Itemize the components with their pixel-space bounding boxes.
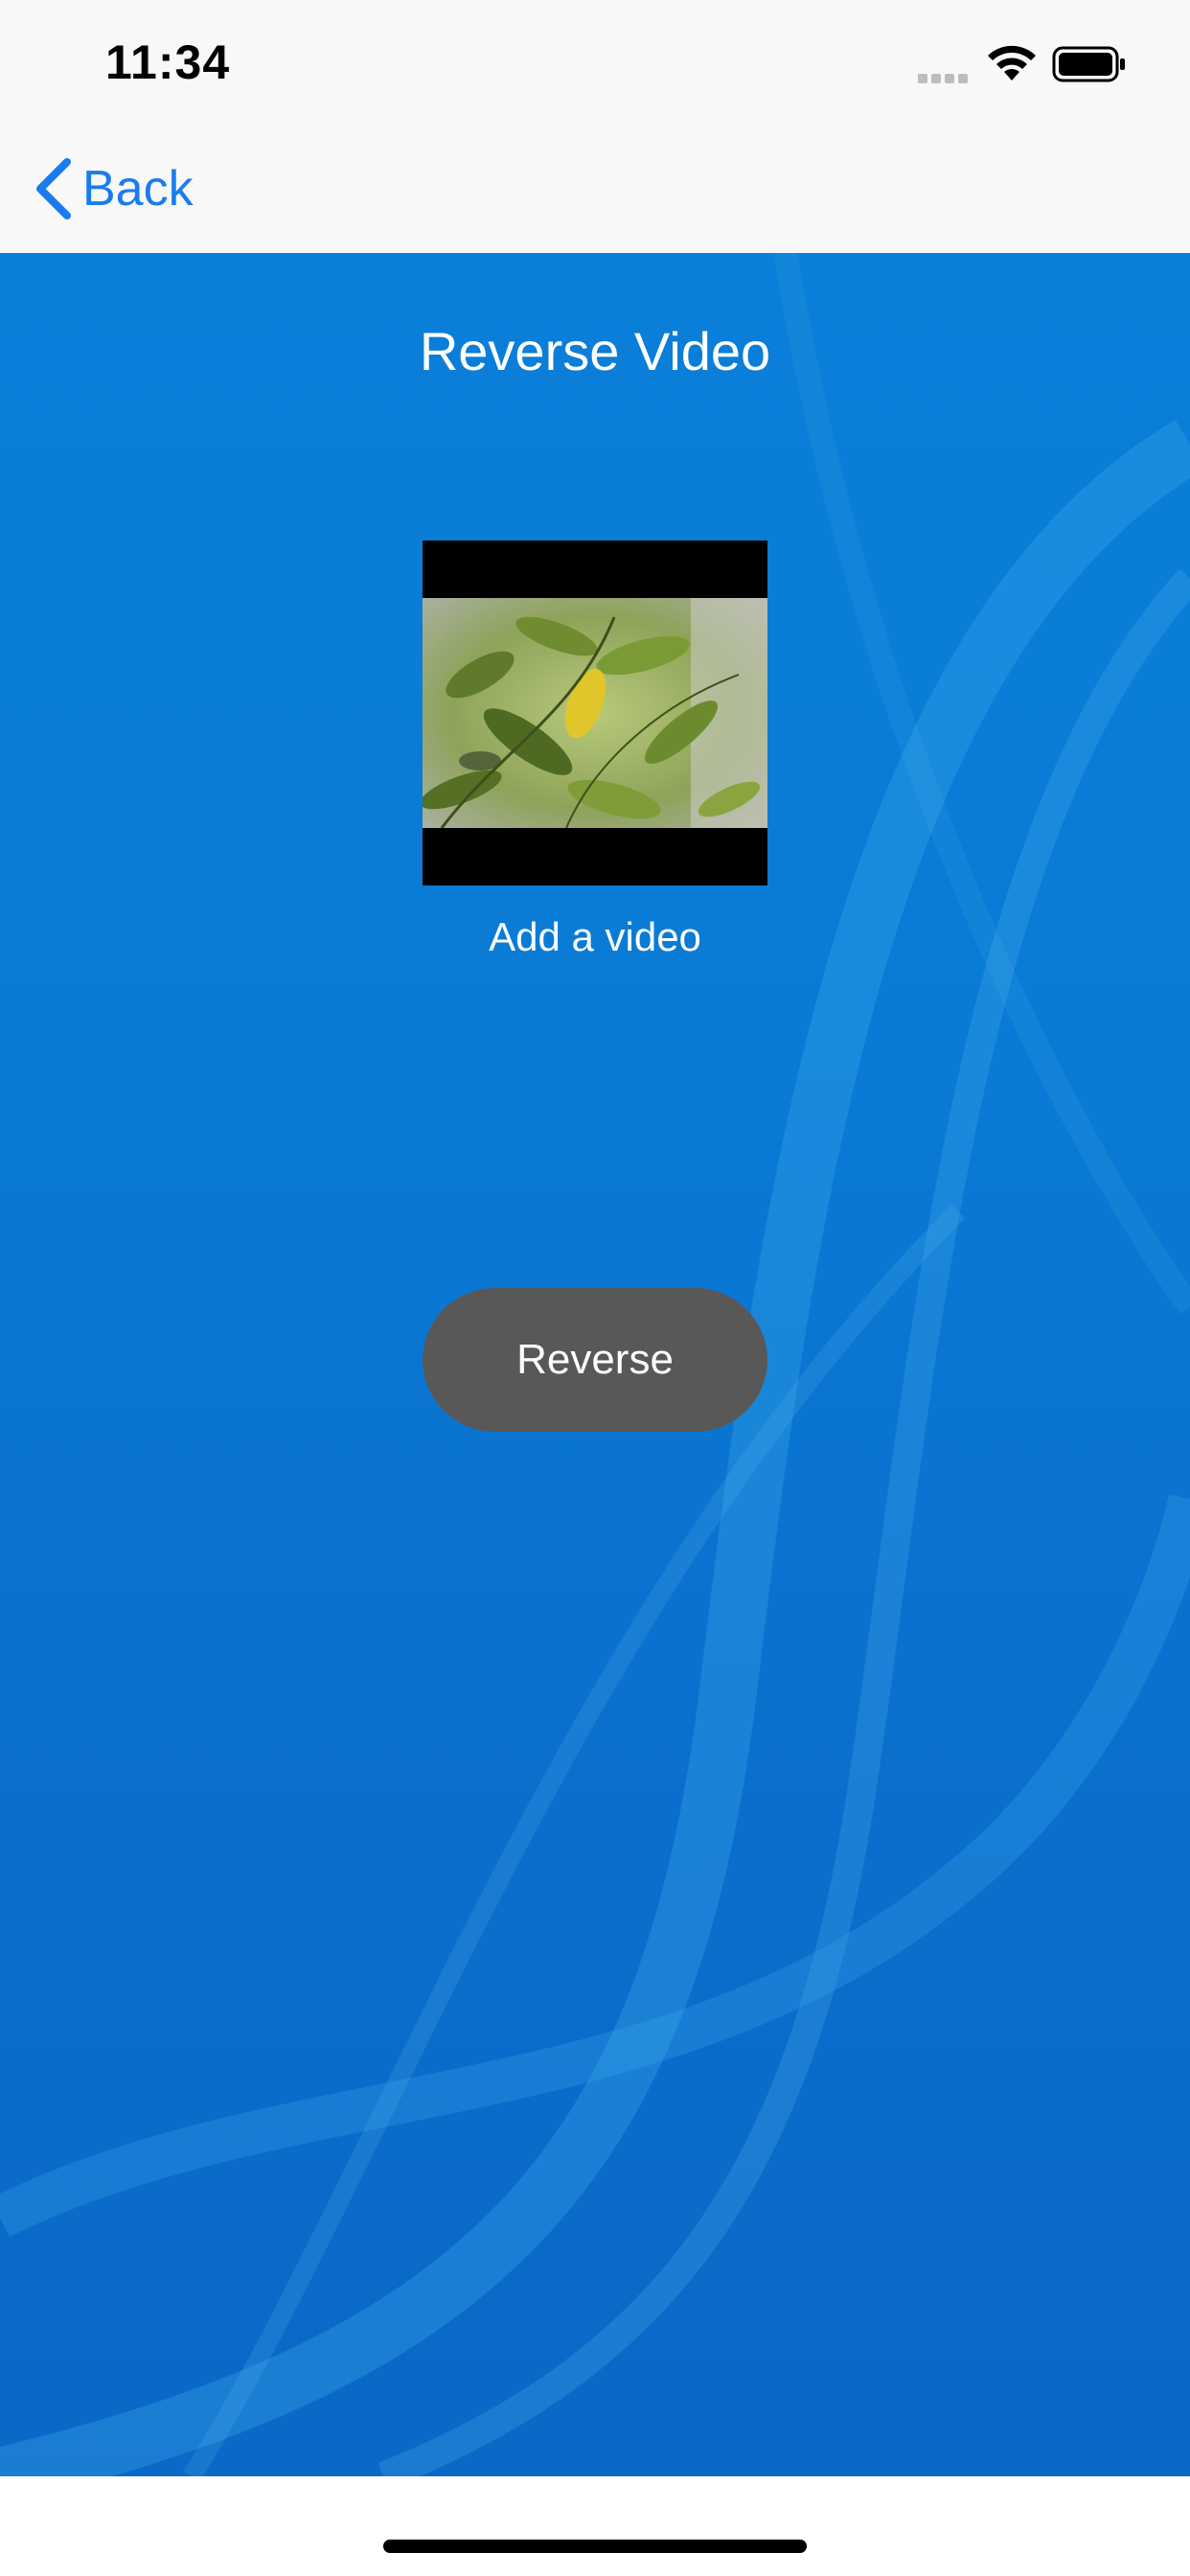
chevron-left-icon (36, 158, 71, 219)
add-video-label: Add a video (489, 914, 701, 959)
page-title: Reverse Video (419, 321, 771, 381)
reverse-button[interactable]: Reverse (423, 1288, 767, 1432)
main-content: Reverse Video Add a video Reverse (0, 253, 1190, 2476)
video-frame-image (423, 598, 767, 828)
back-label: Back (82, 161, 194, 217)
wifi-icon (988, 45, 1036, 80)
status-time: 11:34 (105, 35, 231, 89)
back-button[interactable]: Back (33, 155, 194, 222)
screen: 11:34 Back Reverse Video Add a video Rev… (0, 0, 1190, 2576)
cellular-signal-icon (918, 71, 973, 83)
status-bar: 11:34 (0, 0, 1190, 126)
home-indicator[interactable] (383, 2540, 807, 2553)
home-indicator-area (0, 2476, 1190, 2576)
video-thumbnail[interactable] (423, 540, 767, 886)
navigation-bar: Back (0, 126, 1190, 254)
battery-full-icon (1052, 46, 1125, 82)
